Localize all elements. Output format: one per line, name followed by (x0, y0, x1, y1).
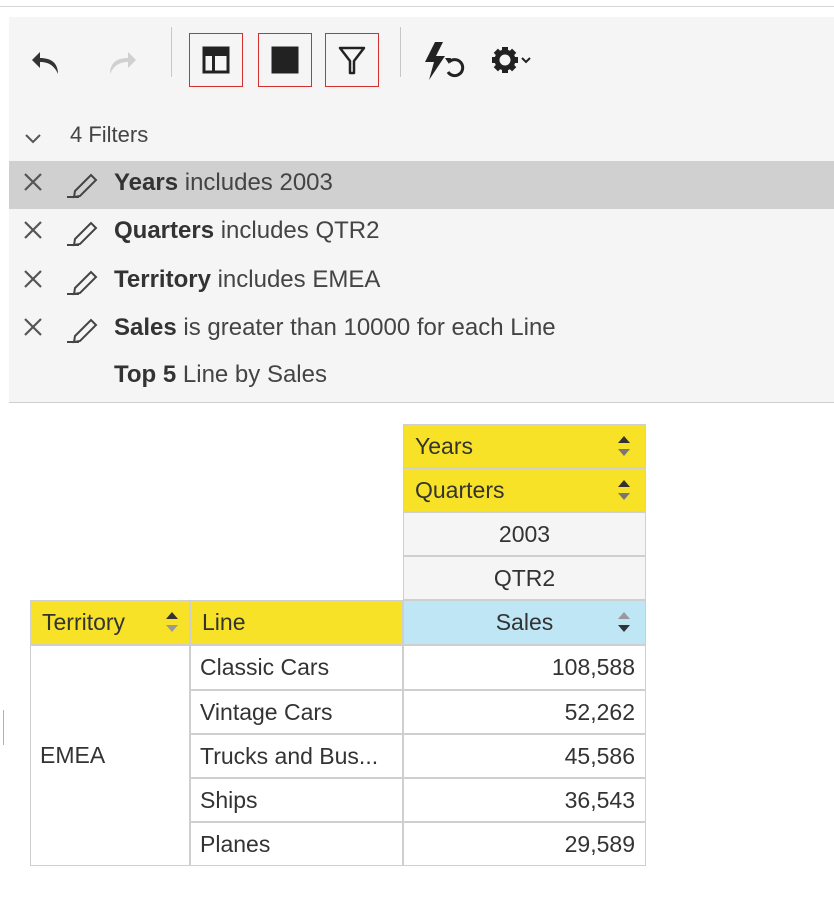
filter-row[interactable]: Years includes 2003 (9, 161, 834, 209)
line-cell: Vintage Cars (190, 690, 403, 734)
close-icon[interactable] (22, 171, 44, 200)
row-field-line[interactable]: Line (190, 600, 403, 645)
filter-panel: 4 Filters Years includes 2003 Quarters i… (9, 100, 834, 403)
field-label: Line (202, 609, 246, 635)
cell-value: 36,543 (564, 786, 635, 813)
filter-field: Quarters (114, 217, 215, 244)
filter-text: Quarters includes QTR2 (114, 217, 379, 245)
filter-row[interactable]: Quarters includes QTR2 (9, 209, 834, 257)
sales-cell: 36,543 (403, 778, 646, 822)
filter-field: Territory (114, 266, 211, 293)
cell-text: Trucks and Bus... (200, 742, 379, 769)
cell-text: Vintage Cars (200, 698, 333, 725)
sales-cell: 52,262 (403, 690, 646, 734)
topn-condition: Line by Sales (176, 361, 327, 388)
sales-cell: 108,588 (403, 645, 646, 690)
toolbar-separator (400, 27, 401, 77)
table-layout-icon[interactable] (258, 33, 312, 87)
filter-condition: includes EMEA (210, 266, 381, 293)
toolbar (9, 17, 834, 100)
filter-text: Years includes 2003 (114, 169, 333, 197)
auto-refresh-icon[interactable] (419, 39, 469, 83)
cell-text: Planes (200, 830, 271, 857)
measure-header-sales[interactable]: Sales (403, 600, 646, 645)
layout-icon[interactable] (189, 33, 243, 87)
filter-condition: includes 2003 (178, 169, 333, 196)
row-field-territory[interactable]: Territory (30, 600, 190, 645)
cell-value: 45,586 (564, 742, 635, 769)
cell-text: Classic Cars (200, 654, 330, 680)
sort-icon[interactable] (617, 478, 631, 508)
line-cell: Classic Cars (190, 645, 403, 690)
column-value-year: 2003 (403, 512, 646, 556)
field-label: Years (415, 432, 473, 459)
line-cell: Trucks and Bus... (190, 734, 403, 778)
column-field-quarters[interactable]: Quarters (403, 468, 646, 512)
cell-value: 29,589 (564, 830, 635, 857)
sort-icon[interactable] (617, 434, 631, 464)
filter-text: Territory includes EMEA (114, 266, 380, 294)
filter-count-label: 4 Filters (70, 122, 149, 147)
edit-icon[interactable] (65, 169, 101, 206)
undo-icon[interactable] (27, 43, 67, 83)
filter-icon[interactable] (325, 33, 379, 87)
territory-cell: EMEA (30, 645, 190, 866)
chevron-down-icon[interactable] (23, 126, 43, 152)
cell-text: QTR2 (493, 564, 556, 591)
close-icon[interactable] (22, 268, 44, 297)
filter-field: Sales (114, 314, 177, 341)
measure-label: Sales (495, 609, 554, 635)
top-divider (0, 6, 834, 7)
field-label: Territory (42, 609, 126, 635)
sales-cell: 29,589 (403, 822, 646, 866)
line-cell: Planes (190, 822, 403, 866)
sort-icon[interactable] (165, 610, 179, 640)
filter-row[interactable]: Sales is greater than 10000 for each Lin… (9, 306, 834, 354)
edit-icon[interactable] (65, 266, 101, 303)
field-label: Quarters (415, 476, 505, 503)
cell-text: EMEA (40, 742, 106, 768)
filter-row[interactable]: Territory includes EMEA (9, 258, 834, 306)
topn-row: Top 5 Line by Sales (9, 353, 834, 401)
cell-text: Ships (200, 786, 258, 813)
column-field-years[interactable]: Years (403, 424, 646, 468)
column-value-quarter: QTR2 (403, 556, 646, 600)
settings-icon[interactable] (488, 41, 540, 81)
filter-header[interactable]: 4 Filters (9, 118, 834, 154)
filter-condition: is greater than 10000 for each Line (176, 314, 556, 341)
cell-value: 108,588 (551, 654, 635, 680)
cell-text: 2003 (498, 520, 551, 547)
topn-text: Top 5 Line by Sales (114, 361, 327, 389)
cell-value: 52,262 (564, 698, 635, 725)
resize-handle[interactable] (3, 710, 4, 745)
edit-icon[interactable] (65, 217, 101, 254)
line-cell: Ships (190, 778, 403, 822)
sales-cell: 45,586 (403, 734, 646, 778)
toolbar-separator (171, 27, 172, 77)
sort-icon[interactable] (617, 610, 631, 640)
filter-text: Sales is greater than 10000 for each Lin… (114, 314, 556, 342)
topn-field: Top 5 (114, 361, 177, 388)
filter-field: Years (114, 169, 179, 196)
redo-icon[interactable] (101, 43, 141, 83)
close-icon[interactable] (22, 219, 44, 248)
filter-condition: includes QTR2 (214, 217, 380, 244)
edit-icon[interactable] (65, 314, 101, 351)
close-icon[interactable] (22, 316, 44, 345)
